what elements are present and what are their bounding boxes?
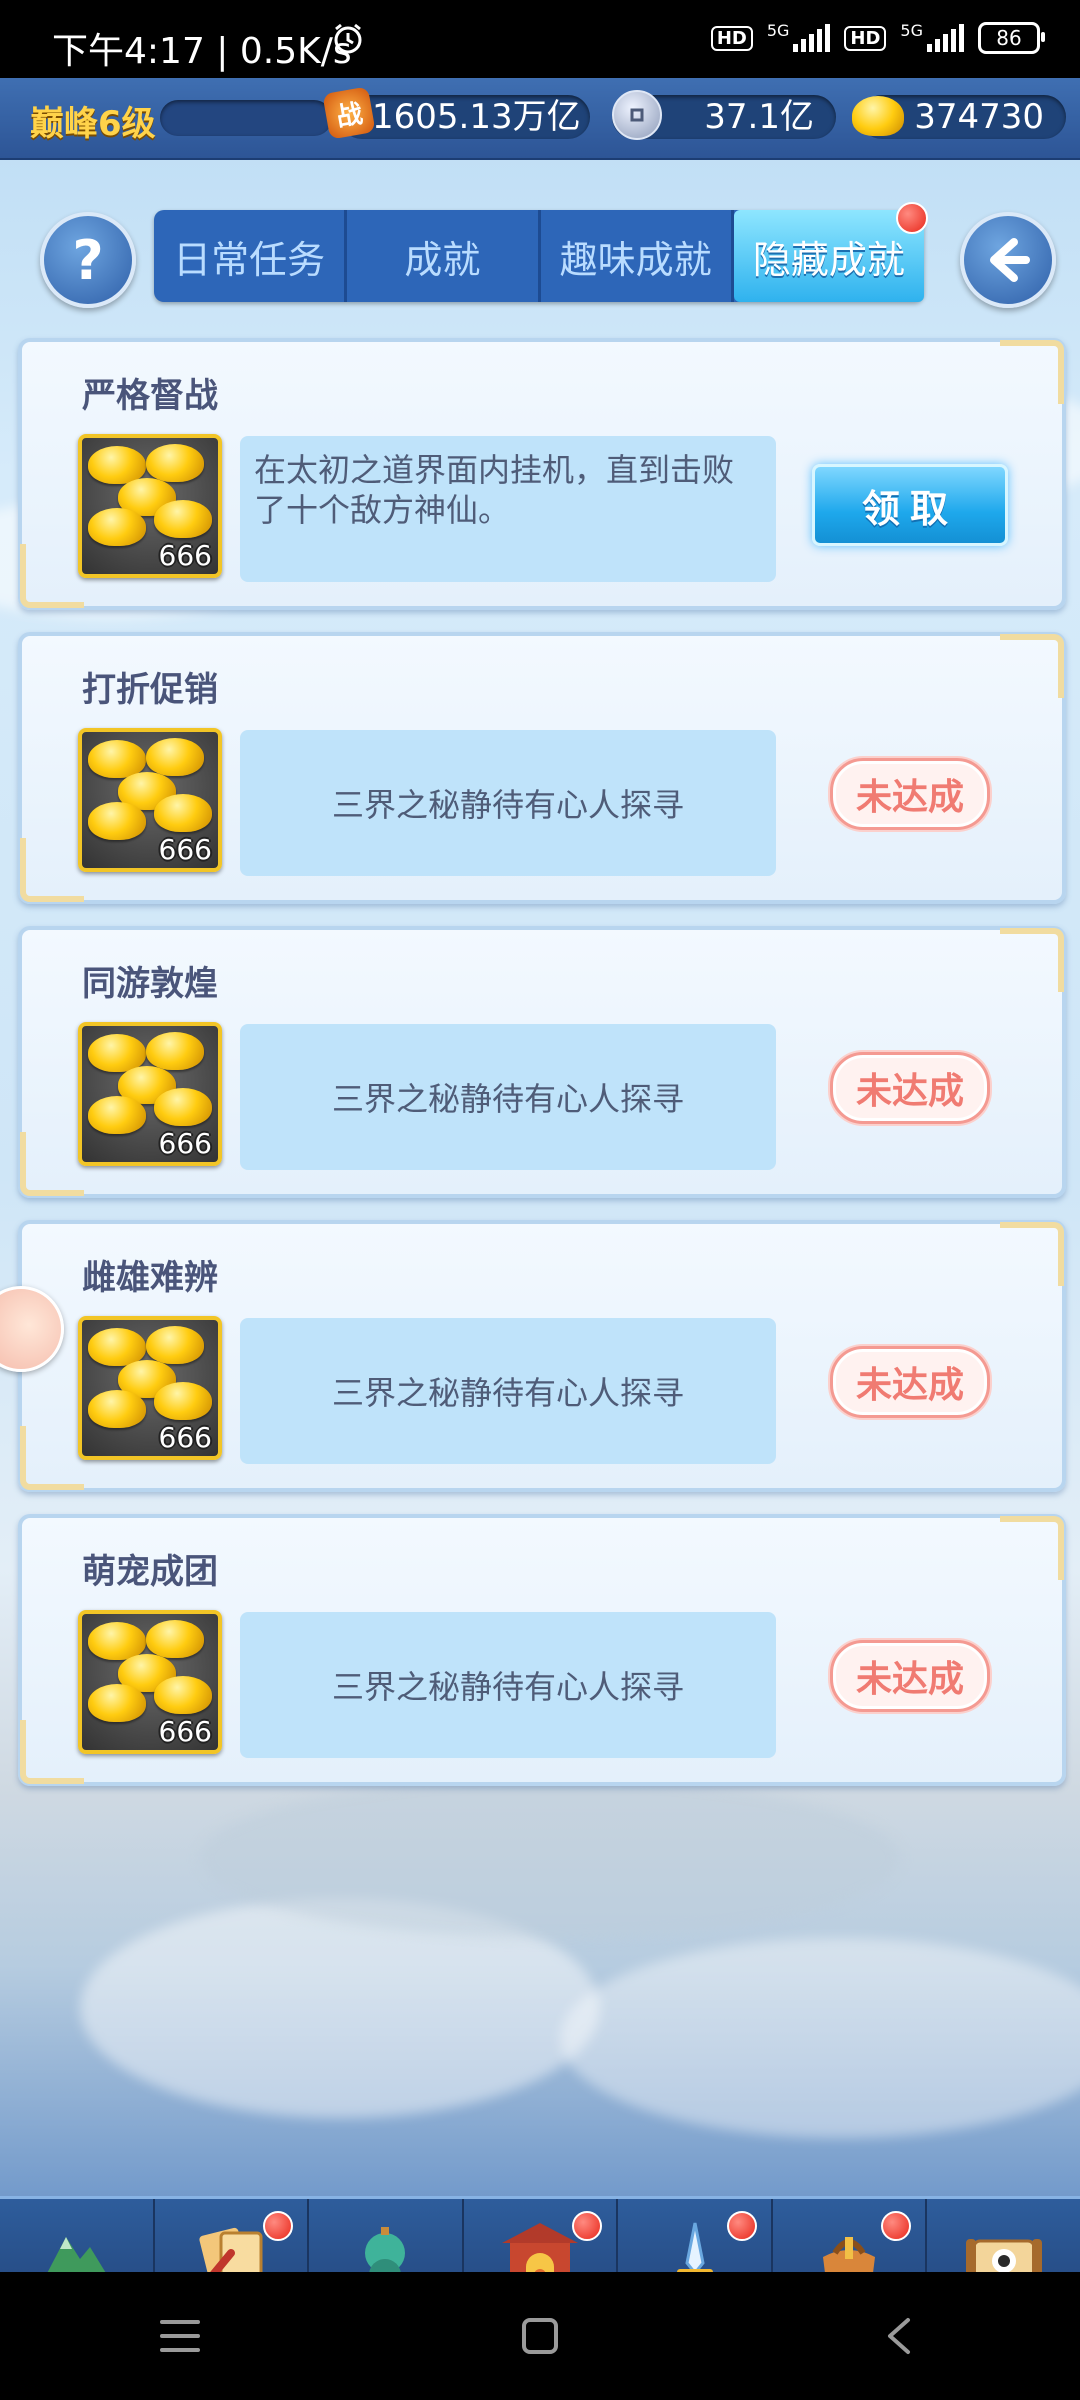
signal-icon (793, 24, 831, 52)
achievement-title: 打折促销 (82, 670, 218, 710)
achievement-title: 严格督战 (82, 376, 218, 416)
nav-badge-dot (263, 2211, 294, 2241)
help-button[interactable]: ? (40, 212, 136, 308)
silver-coin-icon (612, 90, 662, 140)
achievement-tabs: 日常任务 成就 趣味成就 隐藏成就 (154, 210, 924, 302)
gold-ingot-icon (852, 96, 904, 136)
achievement-card: 严格督战 666 在太初之道界面内挂机，直到击败了十个敌方神仙。 领取 (18, 338, 1066, 610)
reward-quantity: 666 (158, 1715, 212, 1748)
achievement-description: 三界之秘静待有心人探寻 (240, 1024, 776, 1170)
gold-ingot-reward-icon[interactable]: 666 (78, 1316, 222, 1460)
achievement-title: 同游敦煌 (82, 964, 218, 1004)
training-gourd-icon (365, 2227, 406, 2272)
battery-icon: 86 (978, 22, 1045, 54)
nav-home[interactable]: 首页 (0, 2199, 155, 2272)
back-arrow-icon (990, 238, 1030, 282)
signal-icon-2 (927, 24, 964, 52)
nav-training[interactable]: 历练 (309, 2199, 464, 2272)
not-achieved-badge: 未达成 (830, 1346, 990, 1418)
achievement-card: 萌宠成团 666 三界之秘静待有心人探寻 未达成 (18, 1514, 1066, 1786)
not-achieved-badge: 未达成 (830, 1052, 990, 1124)
corner-ornament (1000, 1222, 1064, 1286)
nav-backpack[interactable]: 背包 (773, 2199, 928, 2272)
gold-value: 374730 (914, 97, 1044, 137)
resource-bar: 巅峰6级 1605.13万亿 战 37.1亿 374730 (0, 78, 1080, 160)
corner-ornament (20, 1132, 84, 1196)
nav-badge-dot (572, 2211, 603, 2241)
tab-hidden-achievements[interactable]: 隐藏成就 (733, 210, 924, 302)
gold-ingot-reward-icon[interactable]: 666 (78, 1022, 222, 1166)
bottom-nav: 首页 阵容 历练 副本 斗法 (0, 2196, 1080, 2272)
not-achieved-badge: 未达成 (830, 1640, 990, 1712)
achievement-description: 三界之秘静待有心人探寻 (240, 1318, 776, 1464)
status-time-speed: 下午4:17 | 0.5K/s (52, 31, 352, 72)
corner-ornament (1000, 928, 1064, 992)
nav-battle[interactable]: 斗法 (618, 2199, 773, 2272)
net-type-2: 5G (900, 20, 923, 40)
status-icons: HD 5G HD 5G 86 (334, 20, 1045, 54)
combat-icon: 战 (322, 86, 376, 140)
achievement-card: 雌雄难辨 666 三界之秘静待有心人探寻 未达成 (18, 1220, 1066, 1492)
hd-badge-2: HD (844, 25, 887, 51)
achievement-card: 打折促销 666 三界之秘静待有心人探寻 未达成 (18, 632, 1066, 904)
scroll-seek-icon (965, 2239, 1042, 2272)
tab-achievements[interactable]: 成就 (347, 210, 541, 302)
tab-notification-dot (896, 202, 928, 234)
corner-ornament (1000, 634, 1064, 698)
corner-ornament (1000, 340, 1064, 404)
peak-progress-bar (160, 100, 332, 136)
corner-ornament (1000, 1516, 1064, 1580)
nav-badge-dot (881, 2211, 912, 2241)
net-type: 5G (766, 20, 790, 40)
nav-seek-immortal[interactable]: 寻仙 (927, 2199, 1080, 2272)
alarm-icon (331, 22, 365, 61)
status-bar: 下午4:17 | 0.5K/s HD 5G HD 5G 86 (0, 0, 1080, 78)
back-button[interactable] (960, 212, 1056, 308)
nav-dungeon[interactable]: 副本 (464, 2199, 619, 2272)
tab-fun-achievements[interactable]: 趣味成就 (541, 210, 734, 302)
menu-icon[interactable] (140, 2296, 220, 2376)
achievement-title: 雌雄难辨 (82, 1258, 218, 1298)
combat-power-value: 1605.13万亿 (372, 97, 581, 137)
gold-ingot-reward-icon[interactable]: 666 (78, 1610, 222, 1754)
achievement-description: 三界之秘静待有心人探寻 (240, 1612, 776, 1758)
hd-badge: HD (710, 25, 753, 51)
reward-quantity: 666 (158, 539, 212, 572)
corner-ornament (20, 838, 84, 902)
achievement-description: 在太初之道界面内挂机，直到击败了十个敌方神仙。 (240, 436, 776, 582)
tab-daily-tasks[interactable]: 日常任务 (154, 210, 348, 302)
back-triangle-icon[interactable] (860, 2296, 940, 2376)
home-landscape-icon (48, 2237, 106, 2272)
reward-quantity: 666 (158, 833, 212, 866)
reward-quantity: 666 (158, 1421, 212, 1454)
nav-badge-dot (726, 2211, 757, 2241)
reward-quantity: 666 (158, 1127, 212, 1160)
peak-level: 巅峰6级 (30, 104, 156, 144)
game-screen: 巅峰6级 1605.13万亿 战 37.1亿 374730 ? 日常任务 成就 … (0, 78, 1080, 2272)
claim-button[interactable]: 领取 (812, 464, 1008, 546)
achievement-card: 同游敦煌 666 三界之秘静待有心人探寻 未达成 (18, 926, 1066, 1198)
silver-value: 37.1亿 (704, 97, 814, 137)
combat-power-pill: 1605.13万亿 (340, 95, 590, 139)
gold-ingot-reward-icon[interactable]: 666 (78, 434, 222, 578)
gold-ingot-reward-icon[interactable]: 666 (78, 728, 222, 872)
app-root: 下午4:17 | 0.5K/s HD 5G HD 5G 86 巅峰6级 1605… (0, 0, 1080, 2400)
tab-hidden-label: 隐藏成就 (752, 237, 905, 282)
home-square-icon[interactable] (500, 2296, 580, 2376)
corner-ornament (20, 1720, 84, 1784)
corner-ornament (20, 544, 84, 608)
corner-ornament (20, 1426, 84, 1490)
achievement-title: 萌宠成团 (82, 1552, 218, 1592)
not-achieved-badge: 未达成 (830, 758, 990, 830)
system-nav-bar (0, 2272, 1080, 2400)
achievement-description: 三界之秘静待有心人探寻 (240, 730, 776, 876)
nav-lineup[interactable]: 阵容 (155, 2199, 310, 2272)
